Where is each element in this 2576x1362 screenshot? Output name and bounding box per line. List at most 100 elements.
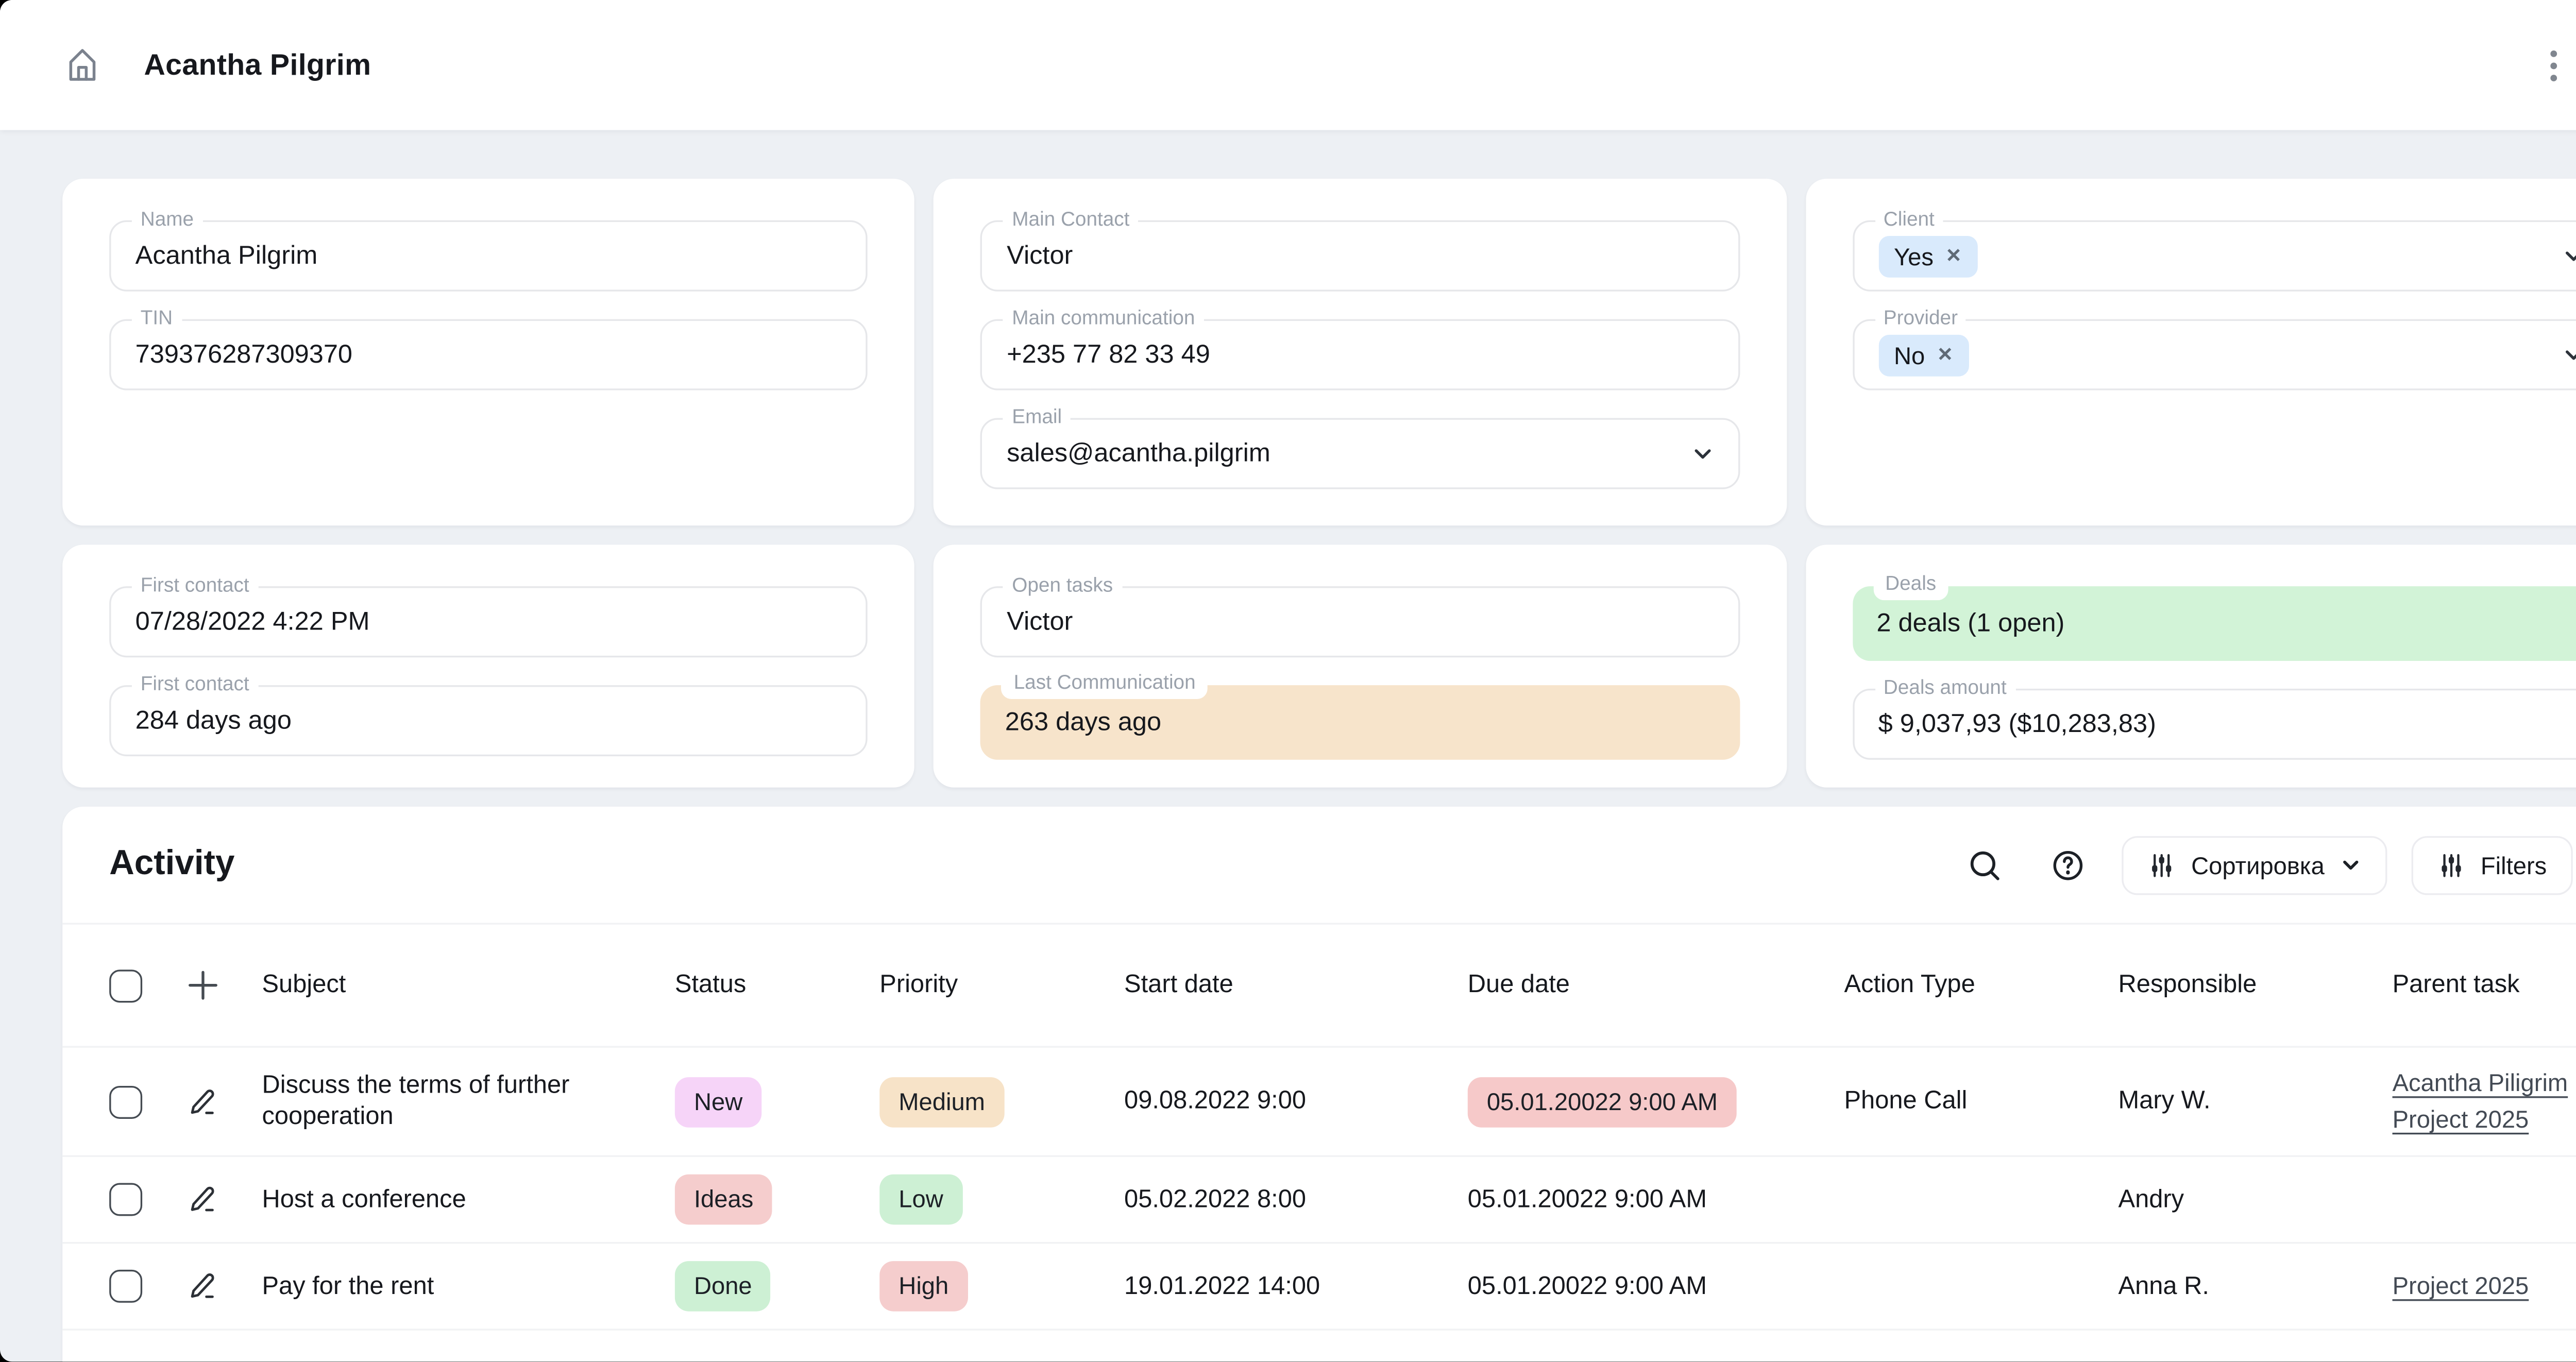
search-button[interactable]: [1955, 835, 2014, 894]
sort-button-label: Сортировка: [2191, 850, 2325, 879]
name-value: Acantha Pilgrim: [135, 241, 318, 271]
first-contact-ago-field[interactable]: First contact 284 days ago: [109, 673, 868, 757]
row-checkbox[interactable]: [109, 1183, 143, 1216]
priority-badge[interactable]: High: [879, 1261, 968, 1312]
due-date: 05.01.20022 9:00 AM: [1467, 1272, 1707, 1300]
page-title: Acantha Pilgrim: [144, 47, 371, 81]
priority-badge[interactable]: Medium: [879, 1076, 1005, 1127]
row-checkbox[interactable]: [109, 1269, 143, 1303]
help-icon: [2050, 847, 2085, 882]
select-all-checkbox[interactable]: [109, 968, 143, 1002]
deals-summary-field[interactable]: Deals 2 deals (1 open): [1852, 570, 2576, 661]
header-more-button[interactable]: [2550, 49, 2557, 81]
col-action-type: Action Type: [1844, 971, 1975, 999]
close-icon[interactable]: ✕: [1945, 245, 1961, 267]
chevron-down-icon[interactable]: [1691, 442, 1714, 465]
provider-chip[interactable]: No ✕: [1878, 334, 1969, 376]
first-contact-card: First contact 07/28/2022 4:22 PM First c…: [62, 544, 915, 788]
due-date-badge: 05.01.20022 9:00 AM: [1467, 1076, 1737, 1127]
home-icon: [62, 45, 102, 85]
client-select[interactable]: Client Yes ✕: [1852, 208, 2576, 292]
home-button[interactable]: [62, 45, 102, 85]
task-subject[interactable]: Discuss the terms of further cooperation: [262, 1070, 674, 1133]
col-priority: Priority: [879, 971, 958, 999]
status-badge[interactable]: Done: [674, 1261, 771, 1312]
tin-label: TIN: [131, 307, 181, 333]
table-row: Pay for the rent Done High 19.01.2022 14…: [62, 1244, 2576, 1331]
responsible: Andry: [2118, 1185, 2184, 1214]
email-select[interactable]: Email sales@acantha.pilgrim: [980, 405, 1740, 489]
activity-toolbar: Сортировка Filters: [1955, 835, 2576, 894]
activity-title: Activity: [109, 844, 235, 883]
search-icon: [1968, 847, 2002, 882]
parent-task-link[interactable]: Project 2025: [2393, 1101, 2529, 1138]
deals-amount-field[interactable]: Deals amount $ 9,037,93 ($10,283,83): [1852, 676, 2576, 760]
add-task-button[interactable]: [185, 968, 220, 1002]
open-tasks-field[interactable]: Open tasks Victor: [980, 574, 1740, 658]
last-communication-field[interactable]: Last Communication 263 days ago: [980, 669, 1740, 760]
edit-task-button[interactable]: [185, 1085, 218, 1118]
first-contact-ago-label: First contact: [131, 673, 258, 700]
start-date: 05.02.2022 8:00: [1124, 1185, 1307, 1214]
screen: Acantha Pilgrim M Name Acantha Pilgrim: [0, 0, 2576, 1362]
filters-button[interactable]: Filters: [2411, 835, 2573, 894]
first-contact-date-field[interactable]: First contact 07/28/2022 4:22 PM: [109, 574, 868, 658]
plus-icon: [185, 968, 220, 1002]
pencil-icon: [185, 1085, 218, 1118]
parent-task-link[interactable]: Acantha Piligrim: [2393, 1065, 2568, 1102]
main-communication-field[interactable]: Main communication +235 77 82 33 49: [980, 307, 1740, 390]
open-tasks-label: Open tasks: [1003, 574, 1122, 601]
provider-select[interactable]: Provider No ✕: [1852, 307, 2576, 390]
chevron-down-icon[interactable]: [2563, 245, 2576, 267]
content: Name Acantha Pilgrim TIN 739376287309370…: [0, 130, 2576, 1362]
status-badge[interactable]: New: [674, 1076, 762, 1127]
open-tasks-value: Victor: [1007, 607, 1073, 637]
first-contact-ago-value: 284 days ago: [135, 706, 292, 736]
top-bar: Acantha Pilgrim M: [0, 0, 2576, 130]
edit-task-button[interactable]: [185, 1270, 218, 1303]
col-subject: Subject: [262, 971, 346, 999]
edit-task-button[interactable]: [185, 1183, 218, 1216]
deals-amount-value: $ 9,037,93 ($10,283,83): [1878, 709, 2156, 739]
main-contact-field[interactable]: Main Contact Victor: [980, 208, 1740, 292]
tin-field[interactable]: TIN 739376287309370: [109, 307, 868, 390]
deals-card: Deals 2 deals (1 open) Deals amount $ 9,…: [1805, 544, 2576, 788]
pencil-icon: [185, 1270, 218, 1303]
deals-label: Deals: [1873, 570, 1948, 601]
row-checkbox[interactable]: [109, 1085, 143, 1118]
name-field[interactable]: Name Acantha Pilgrim: [109, 208, 868, 292]
priority-badge[interactable]: Low: [879, 1174, 962, 1225]
close-icon[interactable]: ✕: [1937, 344, 1953, 366]
flags-card: Client Yes ✕ Provider No ✕: [1805, 178, 2576, 526]
tin-value: 739376287309370: [135, 340, 353, 370]
main-contact-value: Victor: [1007, 241, 1073, 271]
main-communication-value: +235 77 82 33 49: [1007, 340, 1210, 370]
table-row: Discuss the terms of further cooperation…: [62, 1048, 2576, 1157]
main-contact-label: Main Contact: [1003, 208, 1139, 234]
provider-label: Provider: [1874, 307, 1967, 333]
summary-cards-row-2: First contact 07/28/2022 4:22 PM First c…: [62, 544, 2576, 788]
col-status: Status: [674, 971, 747, 999]
table-row: Host a conference Ideas Low 05.02.2022 8…: [62, 1157, 2576, 1244]
start-date: 19.01.2022 14:00: [1124, 1272, 1320, 1300]
task-subject[interactable]: Pay for the rent: [262, 1271, 674, 1302]
last-communication-label: Last Communication: [1002, 669, 1208, 700]
sliders-icon: [2148, 851, 2176, 879]
status-badge[interactable]: Ideas: [674, 1174, 773, 1225]
provider-chip-label: No: [1893, 340, 1925, 369]
parent-task-cell: Project 2025: [2393, 1268, 2576, 1305]
crm-app: Acantha Pilgrim M Name Acantha Pilgrim: [0, 0, 2576, 1362]
sort-button[interactable]: Сортировка: [2122, 835, 2387, 894]
task-subject[interactable]: Host a conference: [262, 1184, 674, 1215]
client-chip-label: Yes: [1893, 242, 1934, 270]
col-responsible: Responsible: [2118, 971, 2257, 999]
help-button[interactable]: [2039, 835, 2097, 894]
parent-task-cell: Acantha Piligrim Project 2025: [2393, 1065, 2576, 1138]
chevron-down-icon[interactable]: [2563, 344, 2576, 366]
client-chip[interactable]: Yes ✕: [1878, 235, 1977, 277]
deals-amount-label: Deals amount: [1874, 676, 2015, 703]
responsible: Mary W.: [2118, 1087, 2211, 1116]
email-label: Email: [1003, 405, 1071, 432]
client-label: Client: [1874, 208, 1943, 234]
parent-task-link[interactable]: Project 2025: [2393, 1268, 2529, 1305]
